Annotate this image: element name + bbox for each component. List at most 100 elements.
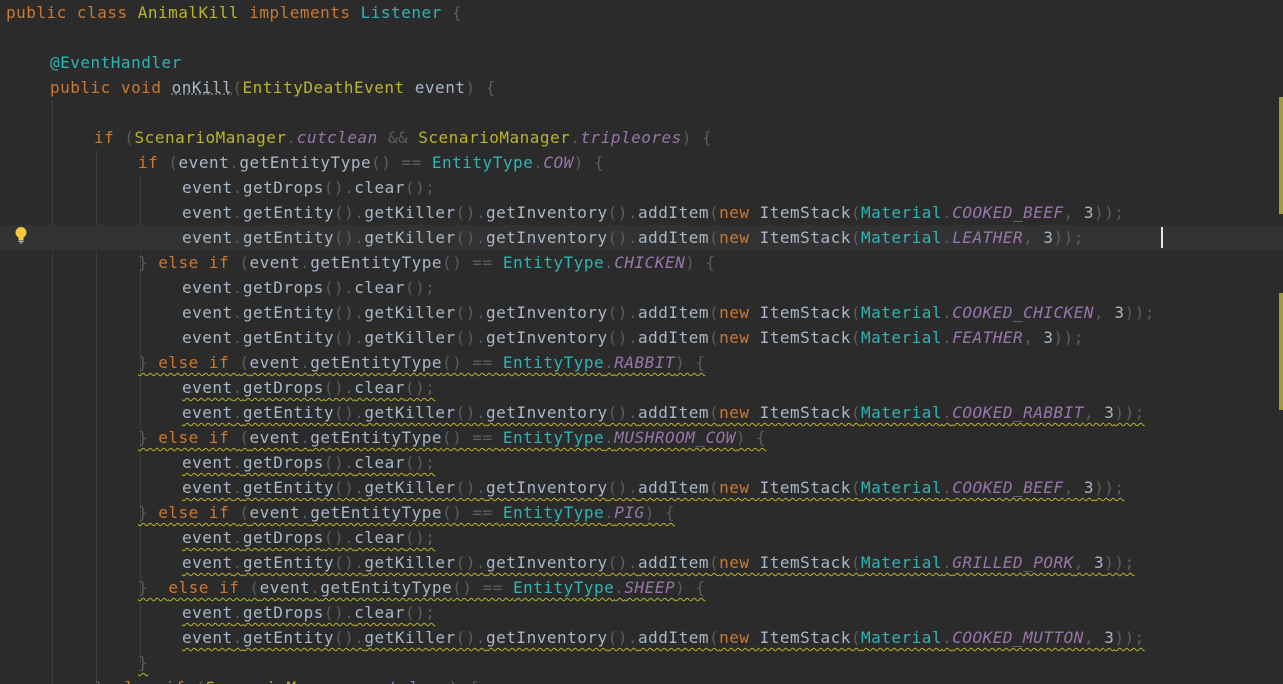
code-line[interactable]: } else if (event.getEntityType() == Enti… xyxy=(0,250,1283,275)
code-line[interactable]: event.getEntity().getKiller().getInvento… xyxy=(0,550,1283,575)
code-line-text[interactable]: event.getDrops().clear(); xyxy=(182,175,435,200)
code-token: Material xyxy=(860,228,943,247)
code-line-text[interactable]: } xyxy=(138,650,148,675)
code-line-text[interactable]: if (event.getEntityType() == EntityType.… xyxy=(138,150,604,175)
code-token: && xyxy=(377,128,419,147)
code-token: ( xyxy=(239,503,250,522)
code-line[interactable]: if (ScenarioManager.cutclean && Scenario… xyxy=(0,125,1283,150)
code-line-text[interactable]: } else if (event.getEntityType() == Enti… xyxy=(138,575,706,600)
code-token: ItemStack xyxy=(759,628,851,647)
code-line[interactable]: } else if (event.getEntityType() == Enti… xyxy=(0,575,1283,600)
code-line-text[interactable]: event.getDrops().clear(); xyxy=(182,600,435,625)
code-line[interactable]: event.getDrops().clear(); xyxy=(0,175,1283,200)
code-token: (). xyxy=(607,228,639,247)
code-line[interactable]: event.getDrops().clear(); xyxy=(0,375,1283,400)
code-line-text[interactable]: event.getEntity().getKiller().getInvento… xyxy=(182,200,1124,225)
code-token: ( xyxy=(850,303,861,322)
code-line[interactable]: } else if (event.getEntityType() == Enti… xyxy=(0,500,1283,525)
code-token: (). xyxy=(323,528,355,547)
code-line[interactable] xyxy=(0,25,1283,50)
code-token: ScenarioManager xyxy=(205,678,357,684)
code-token: LEATHER xyxy=(952,228,1024,247)
code-token: getEntity xyxy=(242,553,335,572)
code-token: getEntity xyxy=(242,303,335,322)
code-line-text[interactable]: } else if (ScenarioManager.cutclean) { xyxy=(94,675,479,684)
code-line[interactable] xyxy=(0,100,1283,125)
code-line[interactable]: } else if (ScenarioManager.cutclean) { xyxy=(0,675,1283,684)
code-line[interactable]: } else if (event.getEntityType() == Enti… xyxy=(0,425,1283,450)
code-token: . xyxy=(232,178,243,197)
code-token: 3 xyxy=(1083,203,1095,222)
code-token: . xyxy=(604,503,615,522)
scrollbar-warning-marker[interactable] xyxy=(1279,293,1283,410)
code-token: ( xyxy=(708,203,720,222)
lightbulb-icon[interactable] xyxy=(14,226,28,244)
code-token: getInventory xyxy=(486,203,608,222)
code-token: COOKED_MUTTON xyxy=(952,628,1084,647)
code-token: addItem xyxy=(638,478,709,497)
code-line[interactable]: event.getEntity().getKiller().getInvento… xyxy=(0,225,1283,250)
code-token: new xyxy=(719,403,760,422)
code-line[interactable]: event.getEntity().getKiller().getInvento… xyxy=(0,475,1283,500)
code-token: getKiller xyxy=(364,553,456,572)
code-token: EntityType xyxy=(502,253,605,272)
code-token: (). xyxy=(455,303,487,322)
code-token: ) { xyxy=(735,428,767,447)
code-line-text[interactable]: event.getDrops().clear(); xyxy=(182,450,435,475)
code-line[interactable]: event.getEntity().getKiller().getInvento… xyxy=(0,300,1283,325)
code-token: getEntity xyxy=(242,203,335,222)
code-token: addItem xyxy=(638,403,709,422)
code-line-text[interactable]: event.getDrops().clear(); xyxy=(182,275,435,300)
code-line[interactable]: event.getEntity().getKiller().getInvento… xyxy=(0,625,1283,650)
code-line[interactable]: event.getDrops().clear(); xyxy=(0,600,1283,625)
code-token: ItemStack xyxy=(759,203,851,222)
code-token: ( xyxy=(249,578,260,597)
code-line-text[interactable]: public void onKill(EntityDeathEvent even… xyxy=(50,75,496,100)
code-token: (). xyxy=(455,203,487,222)
code-line-text[interactable]: event.getEntity().getKiller().getInvento… xyxy=(182,625,1145,650)
code-token: getKiller xyxy=(364,478,456,497)
code-token: getKiller xyxy=(364,628,456,647)
code-token: ( xyxy=(708,328,720,347)
scrollbar-warning-marker[interactable] xyxy=(1279,97,1283,214)
code-line[interactable]: if (event.getEntityType() == EntityType.… xyxy=(0,150,1283,175)
code-line[interactable]: event.getDrops().clear(); xyxy=(0,525,1283,550)
code-line[interactable]: event.getEntity().getKiller().getInvento… xyxy=(0,325,1283,350)
code-line-text[interactable]: } else if (event.getEntityType() == Enti… xyxy=(138,350,705,375)
code-token: (). xyxy=(607,303,639,322)
code-line-text[interactable]: event.getEntity().getKiller().getInvento… xyxy=(182,475,1124,500)
code-line[interactable]: } xyxy=(0,650,1283,675)
code-editor[interactable]: public class AnimalKill implements Liste… xyxy=(0,0,1283,684)
code-line[interactable]: } else if (event.getEntityType() == Enti… xyxy=(0,350,1283,375)
code-line-text[interactable]: public class AnimalKill implements Liste… xyxy=(6,0,462,25)
code-line-text[interactable]: } else if (event.getEntityType() == Enti… xyxy=(138,250,716,275)
code-line-text[interactable]: } else if (event.getEntityType() == Enti… xyxy=(138,500,675,525)
code-line-text[interactable]: @EventHandler xyxy=(50,50,182,75)
code-line[interactable]: event.getEntity().getKiller().getInvento… xyxy=(0,200,1283,225)
code-token: getEntityType xyxy=(310,353,443,372)
code-token: event xyxy=(182,328,233,347)
code-token: , xyxy=(1023,228,1044,247)
code-line-text[interactable]: event.getEntity().getKiller().getInvento… xyxy=(182,400,1145,425)
code-line-text[interactable]: event.getEntity().getKiller().getInvento… xyxy=(182,550,1135,575)
code-line[interactable]: public void onKill(EntityDeathEvent even… xyxy=(0,75,1283,100)
code-token: addItem xyxy=(638,228,709,247)
code-line-text[interactable]: event.getDrops().clear(); xyxy=(182,375,435,400)
code-line[interactable]: event.getDrops().clear(); xyxy=(0,450,1283,475)
code-line-text[interactable]: event.getEntity().getKiller().getInvento… xyxy=(182,325,1084,350)
code-line-text[interactable]: event.getDrops().clear(); xyxy=(182,525,435,550)
code-token: Material xyxy=(860,303,943,322)
code-line[interactable]: public class AnimalKill implements Liste… xyxy=(0,0,1283,25)
code-line[interactable]: @EventHandler xyxy=(0,50,1283,75)
code-line-text[interactable]: event.getEntity().getKiller().getInvento… xyxy=(182,225,1084,250)
code-line-text[interactable]: } else if (event.getEntityType() == Enti… xyxy=(138,425,766,450)
code-token: { xyxy=(441,3,462,22)
code-line-text[interactable]: if (ScenarioManager.cutclean && Scenario… xyxy=(94,125,712,150)
code-token: ItemStack xyxy=(759,328,851,347)
code-line[interactable]: event.getEntity().getKiller().getInvento… xyxy=(0,400,1283,425)
text-caret xyxy=(1161,227,1163,248)
code-line[interactable]: event.getDrops().clear(); xyxy=(0,275,1283,300)
code-token: ) { xyxy=(675,578,706,597)
code-token: public class xyxy=(6,3,138,22)
code-line-text[interactable]: event.getEntity().getKiller().getInvento… xyxy=(182,300,1155,325)
